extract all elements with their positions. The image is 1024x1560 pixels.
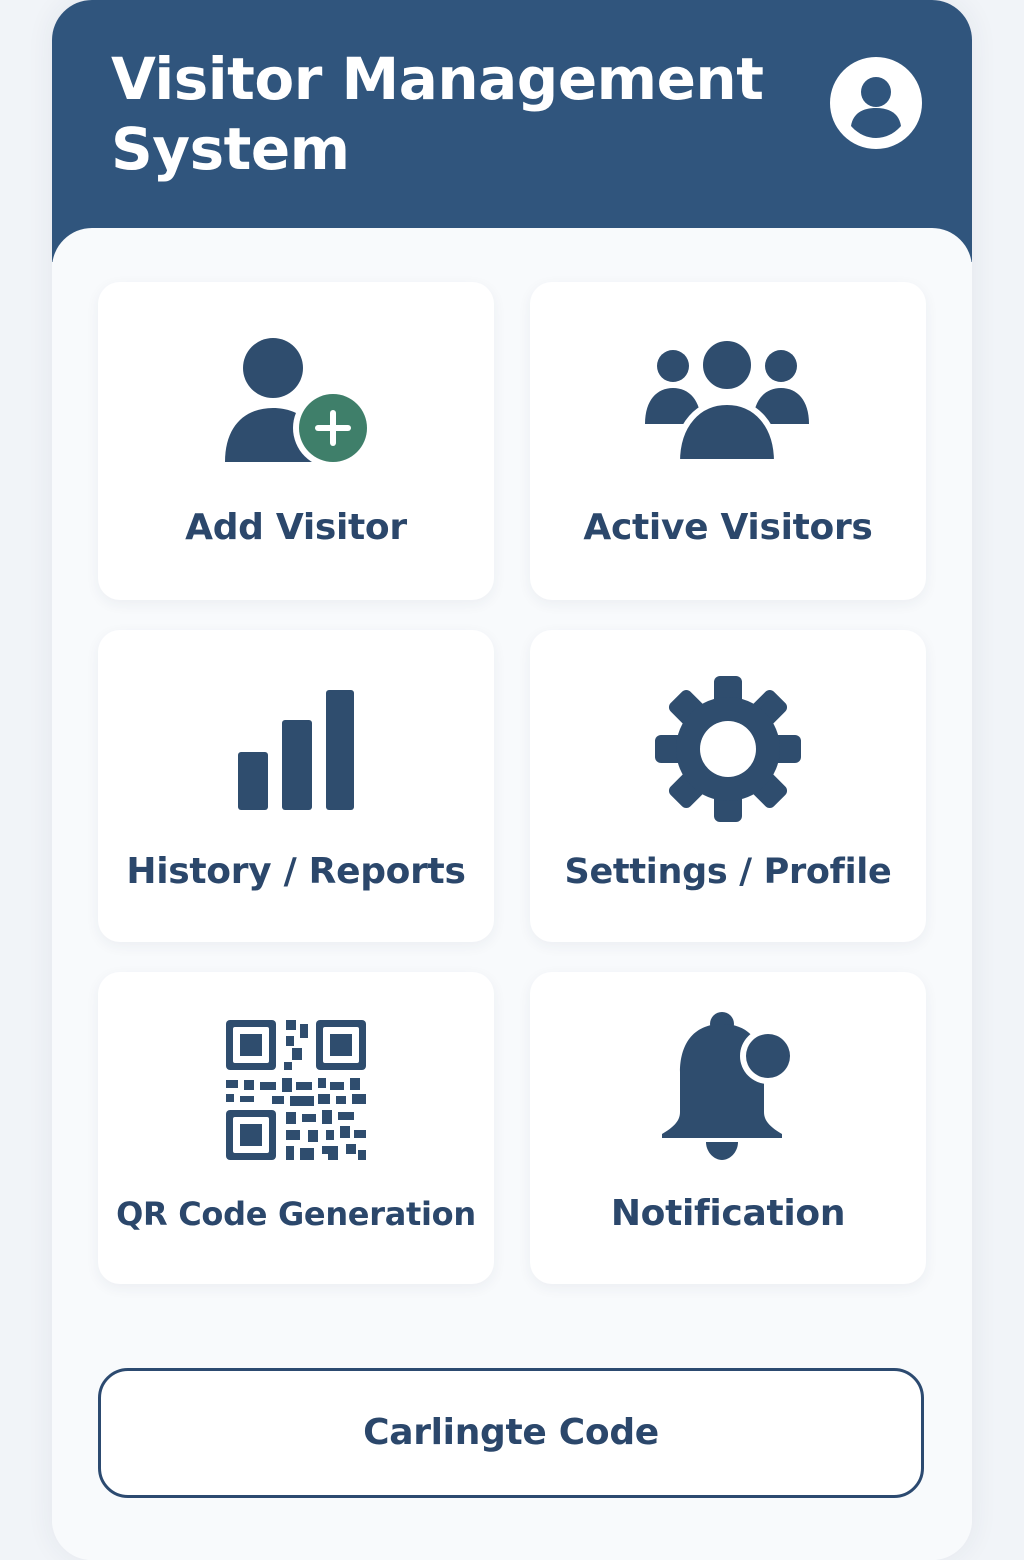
user-circle-icon — [830, 57, 922, 149]
card-icon-wrap — [530, 338, 926, 468]
dashboard-grid: Add Visitor Active Visitors History / Re… — [52, 228, 972, 1560]
code-button[interactable]: Carlingte Code — [98, 1368, 924, 1498]
card-icon-wrap — [530, 1012, 926, 1162]
card-icon-wrap — [98, 338, 494, 468]
active-visitors-card[interactable]: Active Visitors — [530, 282, 926, 600]
profile-button[interactable] — [829, 56, 923, 150]
active-visitors-label: Active Visitors — [583, 507, 873, 548]
bar-chart-icon — [238, 690, 354, 810]
app-screen: Visitor Management System Add Visitor Ac… — [52, 0, 972, 1560]
settings-profile-card[interactable]: Settings / Profile — [530, 630, 926, 942]
add-user-icon — [225, 338, 371, 468]
users-group-icon — [645, 338, 809, 465]
notification-card[interactable]: Notification — [530, 972, 926, 1284]
card-icon-wrap — [530, 674, 926, 824]
settings-profile-label: Settings / Profile — [564, 852, 892, 892]
page-title: Visitor Management System — [111, 44, 764, 184]
app-header: Visitor Management System — [52, 0, 972, 262]
qr-code-generation-label: QR Code Generation — [116, 1195, 476, 1233]
card-icon-wrap — [98, 688, 494, 812]
card-icon-wrap — [98, 1020, 494, 1160]
page-title-line-1: Visitor Management — [111, 45, 764, 113]
page-title-line-2: System — [111, 115, 350, 183]
add-visitor-label: Add Visitor — [185, 507, 407, 548]
history-reports-card[interactable]: History / Reports — [98, 630, 494, 942]
gear-icon — [655, 676, 801, 822]
notification-label: Notification — [610, 1193, 846, 1234]
qr-code-generation-card[interactable]: QR Code Generation — [98, 972, 494, 1284]
qr-code-icon — [226, 1020, 366, 1160]
history-reports-label: History / Reports — [126, 851, 466, 892]
bell-icon — [662, 1012, 796, 1160]
add-visitor-card[interactable]: Add Visitor — [98, 282, 494, 600]
